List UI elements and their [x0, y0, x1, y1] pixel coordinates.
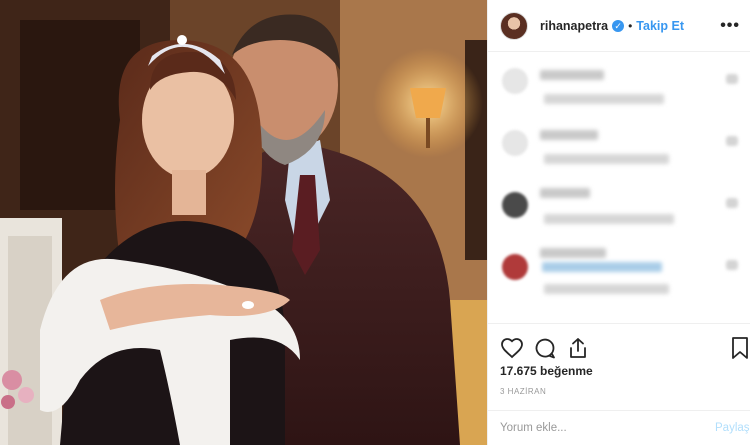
blurred-comment-text — [544, 214, 674, 224]
action-bar — [488, 336, 750, 362]
comment-avatar[interactable] — [502, 192, 528, 218]
post-comment-button[interactable]: Paylaş — [715, 422, 750, 434]
post-side-panel: rihanapetra ✓ • Takip Et ••• 17.675 beğe… — [487, 0, 750, 445]
post-header: rihanapetra ✓ • Takip Et ••• — [488, 0, 750, 52]
photo-image — [0, 0, 487, 445]
likes-count[interactable]: 17.675 beğenme — [500, 364, 593, 378]
comment-avatar[interactable] — [502, 130, 528, 156]
list-item — [488, 242, 750, 304]
comment-like-icon[interactable] — [726, 260, 738, 270]
comment-list — [488, 52, 750, 324]
blurred-comment-text — [544, 94, 664, 104]
separator-dot: • — [628, 18, 633, 33]
blurred-username — [540, 188, 590, 198]
heart-icon[interactable] — [500, 336, 524, 360]
blurred-comment-text — [544, 284, 669, 294]
list-item — [488, 180, 750, 242]
blurred-comment-text — [544, 154, 669, 164]
add-comment-form: Paylaş — [488, 410, 750, 445]
blurred-comment-link[interactable] — [542, 262, 662, 272]
blurred-username — [540, 70, 604, 80]
avatar[interactable] — [500, 11, 528, 40]
comment-like-icon[interactable] — [726, 198, 738, 208]
share-icon[interactable] — [566, 336, 590, 360]
blurred-username — [540, 130, 598, 140]
follow-button[interactable]: Takip Et — [636, 19, 684, 33]
list-item — [488, 118, 750, 180]
list-item — [488, 56, 750, 118]
comment-avatar[interactable] — [502, 254, 528, 280]
comment-bubble-icon[interactable] — [533, 336, 557, 360]
bookmark-icon[interactable] — [730, 336, 750, 360]
comment-input[interactable] — [500, 422, 715, 434]
post-date: 3 HAZİRAN — [500, 387, 547, 396]
username-link[interactable]: rihanapetra — [540, 19, 608, 33]
comment-like-icon[interactable] — [726, 136, 738, 146]
verified-badge-icon: ✓ — [612, 19, 625, 32]
blurred-username — [540, 248, 606, 258]
comment-like-icon[interactable] — [726, 74, 738, 84]
post-photo — [0, 0, 487, 445]
more-options-icon[interactable]: ••• — [720, 17, 740, 35]
comment-avatar[interactable] — [502, 68, 528, 94]
